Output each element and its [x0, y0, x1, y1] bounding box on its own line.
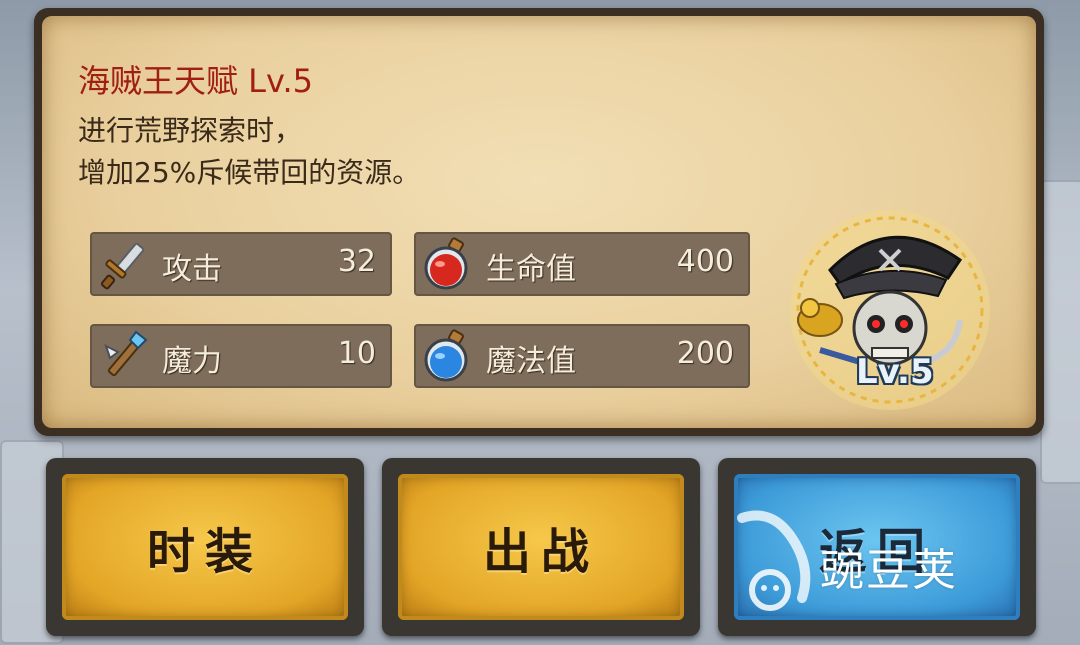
talent-title: 海贼王天赋 Lv.5 — [78, 62, 313, 100]
stat-value: 32 — [337, 244, 376, 279]
stat-label: 生命值 — [486, 252, 576, 287]
talent-level-badge: Lv.5 — [856, 352, 934, 392]
costume-button[interactable]: 时装 — [46, 458, 364, 636]
stat-label: 魔法值 — [486, 344, 576, 379]
red-potion-icon — [424, 237, 468, 290]
stat-attack: 攻击 32 — [90, 232, 392, 296]
battle-button-label: 出战 — [482, 524, 599, 580]
stat-magic: 魔力 10 — [90, 324, 392, 388]
background-stone — [1040, 180, 1080, 484]
battle-button[interactable]: 出战 — [382, 458, 700, 636]
sword-icon — [100, 242, 145, 290]
talent-description: 进行荒野探索时， 增加25%斥候带回的资源。 — [78, 110, 420, 194]
stat-hp: 生命值 400 — [414, 232, 750, 296]
stat-label: 魔力 — [162, 344, 222, 379]
description-line-2: 增加25%斥候带回的资源。 — [78, 156, 421, 189]
stat-value: 10 — [337, 336, 376, 371]
blue-potion-icon — [424, 329, 468, 382]
costume-button-label: 时装 — [146, 524, 263, 580]
watermark-text: 豌豆荚 — [820, 545, 958, 596]
stat-mp: 魔法值 200 — [414, 324, 750, 388]
stat-label: 攻击 — [162, 252, 222, 287]
stat-value: 400 — [676, 244, 734, 279]
stat-value: 200 — [676, 336, 734, 371]
description-line-1: 进行荒野探索时， — [78, 114, 303, 147]
magic-staff-icon — [104, 330, 148, 377]
